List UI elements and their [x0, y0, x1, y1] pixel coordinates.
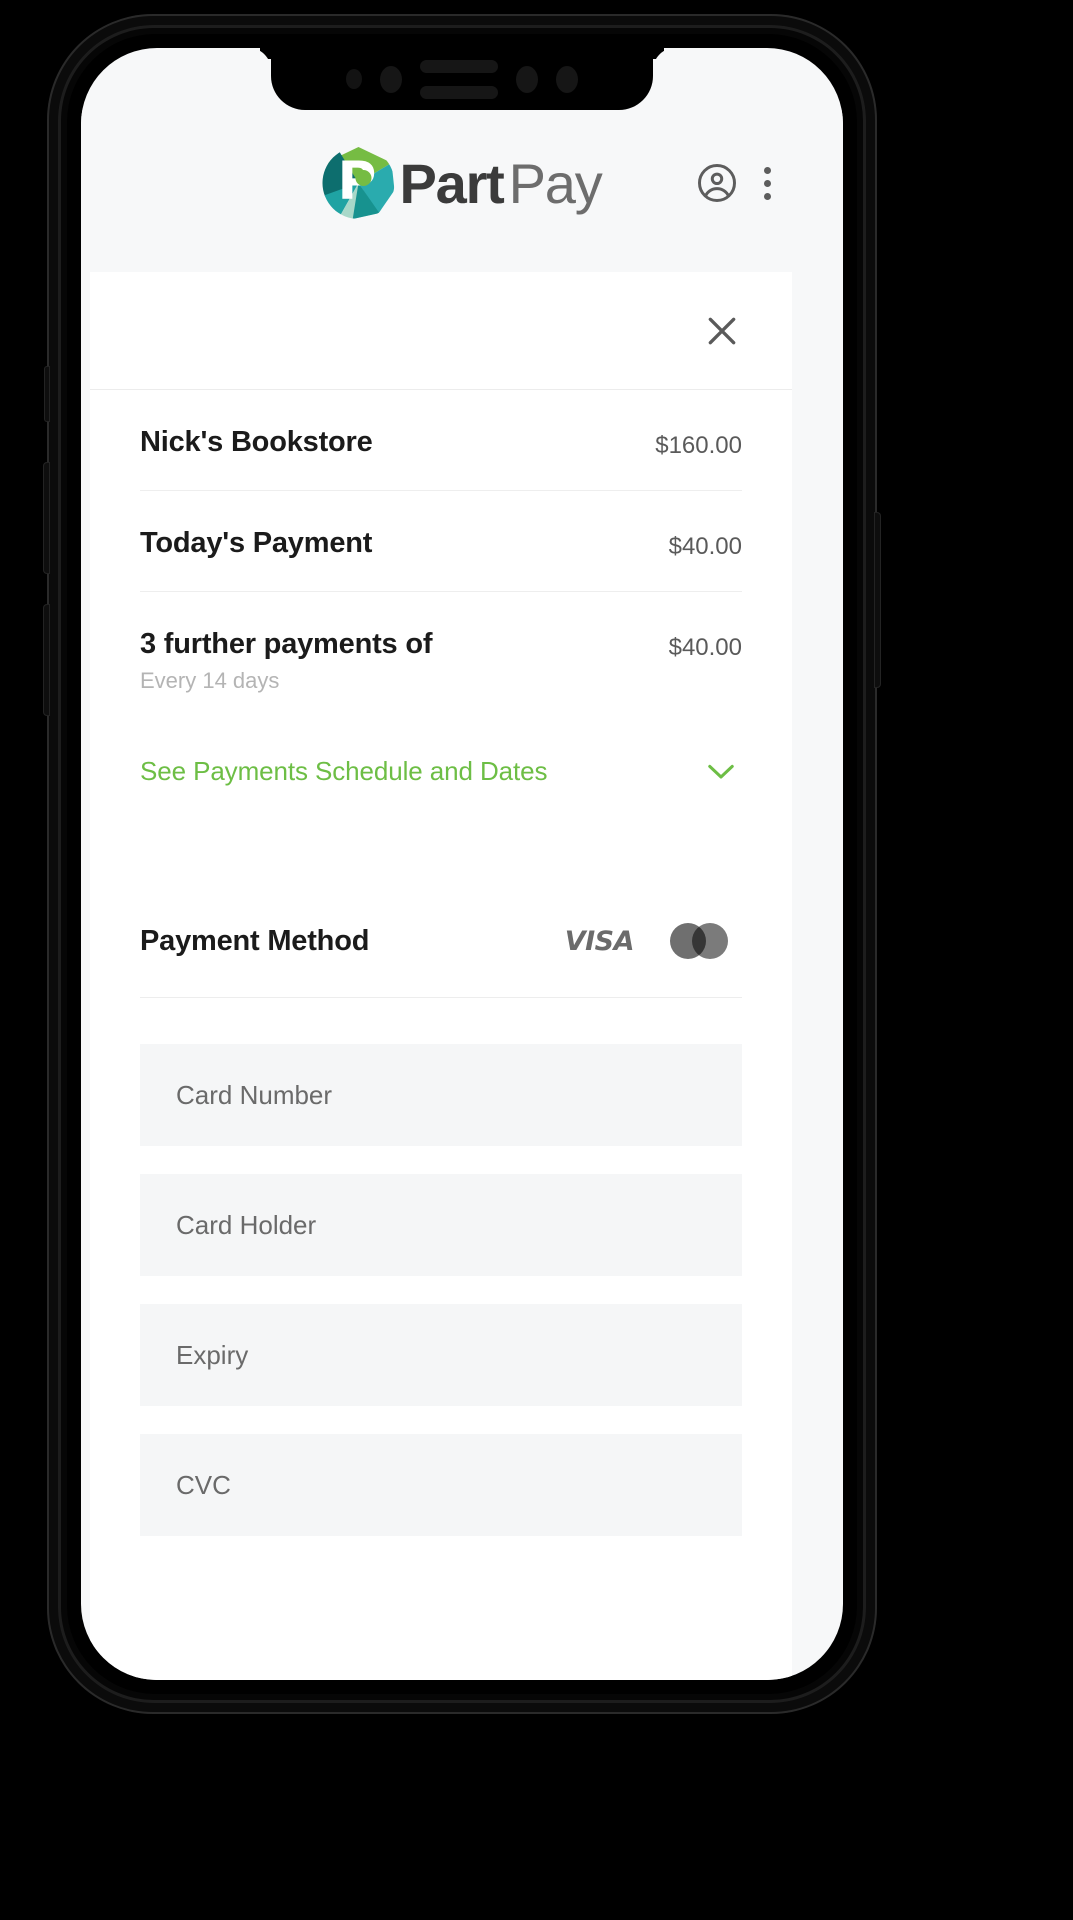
merchant-name: Nick's Bookstore [140, 426, 373, 458]
summary-row-installments-left: 3 further payments of Every 14 days [140, 628, 433, 694]
card-details-form [140, 998, 742, 1537]
payment-frequency-label: Every 14 days [140, 668, 280, 694]
volume-down-button[interactable] [43, 604, 50, 716]
phone-notch [271, 48, 653, 110]
close-icon[interactable] [702, 311, 742, 351]
see-payments-schedule-label: See Payments Schedule and Dates [140, 756, 548, 787]
todays-payment-label: Today's Payment [140, 527, 373, 559]
chevron-down-icon[interactable] [706, 762, 736, 782]
payment-method-header: Payment Method VISA [140, 923, 742, 999]
speaker-bar-bottom [420, 85, 498, 99]
see-payments-schedule-toggle[interactable]: See Payments Schedule and Dates [140, 724, 742, 805]
account-circle-icon[interactable] [696, 162, 738, 204]
speaker-bar-top [420, 59, 498, 73]
further-payments-label: 3 further payments of [140, 628, 433, 660]
front-camera-icon [380, 65, 402, 93]
payment-method-title: Payment Method [140, 924, 370, 957]
volume-up-button[interactable] [43, 462, 50, 574]
header-actions [696, 161, 781, 206]
ambient-sensor-icon [346, 69, 362, 89]
mastercard-logo [670, 923, 728, 960]
earpiece-speaker [420, 59, 498, 99]
menu-dot-1 [764, 166, 771, 174]
summary-row-merchant-left: Nick's Bookstore [140, 426, 373, 459]
expiry-input[interactable] [140, 1304, 742, 1407]
phone-screen: P Part Pay [81, 48, 843, 1680]
menu-dot-2 [764, 179, 771, 187]
summary-row-today-left: Today's Payment [140, 527, 372, 560]
todays-payment-amount: $40.00 [668, 533, 742, 560]
dot-projector-icon [556, 65, 578, 93]
phone-device-frame: P Part Pay [43, 14, 881, 1714]
checkout-card-topbar [90, 272, 792, 390]
checkout-card: Nick's Bookstore $160.00 Today's Payment… [90, 272, 792, 1680]
logo-p-bowl [355, 170, 372, 186]
overflow-menu-icon[interactable] [754, 161, 781, 206]
silent-switch-button[interactable] [44, 366, 50, 422]
mastercard-circle-right [692, 923, 728, 960]
brand-name-part: Part [399, 151, 504, 215]
summary-row-installments: 3 further payments of Every 14 days $40.… [140, 592, 742, 724]
brand-name-pay: Pay [508, 151, 603, 215]
further-payments-amount: $40.00 [668, 634, 742, 661]
partpay-logo-icon: P [322, 147, 395, 219]
card-holder-input[interactable] [140, 1174, 742, 1277]
summary-row-today: Today's Payment $40.00 [140, 491, 742, 592]
merchant-total-amount: $160.00 [655, 432, 742, 459]
card-number-input[interactable] [140, 1044, 742, 1147]
brand-logo: P Part Pay [322, 147, 603, 219]
proximity-sensor-icon [516, 65, 538, 93]
visa-logo: VISA [564, 925, 635, 957]
summary-row-merchant: Nick's Bookstore $160.00 [140, 390, 742, 491]
card-brand-logos: VISA [564, 923, 728, 960]
cvc-input[interactable] [140, 1434, 742, 1537]
menu-dot-3 [764, 192, 771, 200]
payment-method-section: Payment Method VISA [140, 923, 742, 1537]
checkout-card-body: Nick's Bookstore $160.00 Today's Payment… [90, 390, 792, 1537]
app-header: P Part Pay [81, 110, 843, 256]
power-button[interactable] [874, 512, 881, 688]
